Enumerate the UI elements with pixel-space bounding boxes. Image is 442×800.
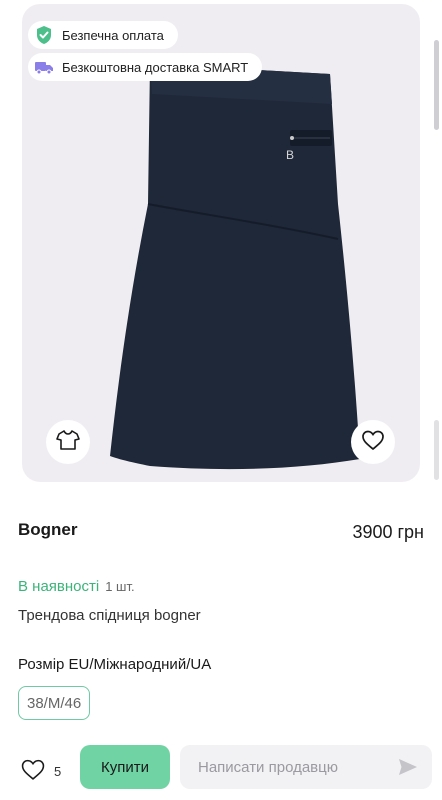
availability-label: В наявності <box>18 578 100 595</box>
message-seller-field[interactable] <box>180 745 432 789</box>
buy-button[interactable]: Купити <box>80 745 170 789</box>
svg-text:B: B <box>286 148 294 162</box>
scrollbar-track-segment <box>434 420 439 480</box>
product-price: 3900 грн <box>352 522 424 542</box>
tshirt-icon <box>56 429 80 456</box>
product-image-skirt: B <box>110 64 360 470</box>
like-counter[interactable]: 5 <box>20 758 61 784</box>
bottom-action-bar: 5 Купити <box>0 738 442 800</box>
stock-status: В наявності 1 шт. <box>18 578 135 595</box>
secure-payment-label: Безпечна оплата <box>62 27 164 43</box>
truck-icon <box>34 57 54 77</box>
size-title: Розмір EU/Міжнародний/UA <box>18 656 212 673</box>
product-description: Трендова спідниця bogner <box>18 607 201 624</box>
heart-icon <box>361 429 385 456</box>
shield-check-icon <box>34 25 54 45</box>
send-icon[interactable] <box>397 756 418 778</box>
like-count: 5 <box>54 763 62 779</box>
heart-outline-icon <box>20 758 46 784</box>
free-delivery-label: Безкоштовна доставка SMART <box>62 59 249 75</box>
scrollbar-thumb[interactable] <box>434 40 439 130</box>
size-chart-button[interactable] <box>46 420 90 464</box>
free-delivery-badge: Безкоштовна доставка SMART <box>28 53 263 81</box>
message-input[interactable] <box>198 758 397 776</box>
size-option-chip[interactable]: 38/M/46 <box>18 686 91 720</box>
quantity-label: 1 шт. <box>105 579 135 594</box>
secure-payment-badge: Безпечна оплата <box>28 21 178 49</box>
favorite-button[interactable] <box>351 420 395 464</box>
product-brand[interactable]: Bogner <box>18 520 78 540</box>
